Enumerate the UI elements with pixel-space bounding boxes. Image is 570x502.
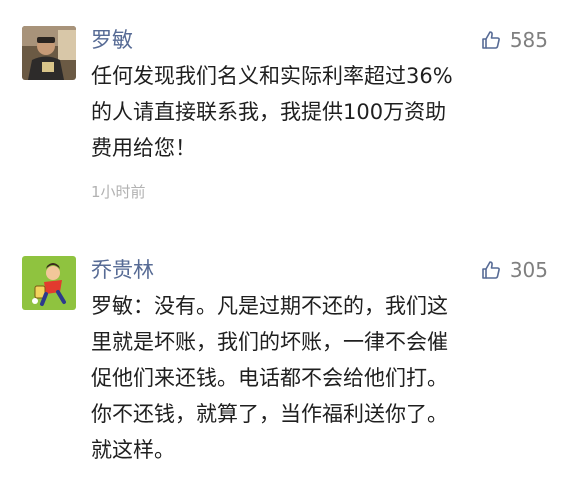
user-photo-avatar-icon [22,26,76,80]
avatar[interactable] [22,256,76,310]
like-button[interactable]: 305 [481,256,548,284]
comment-line: 的人请直接联系我，我提供100万资助 [91,100,447,124]
comment-line: 促他们来还钱。电话都不会给他们打。 [91,366,448,390]
thumbs-up-icon [481,260,501,280]
comment-line: 就这样。 [91,438,175,462]
comment-text: 任何发现我们名义和实际利率超过36% 的人请直接联系我，我提供100万资助 费用… [91,58,551,166]
comment-item: 罗敏 585 任何发现我们名义和实际利率超过36% 的人请直接联系我，我提供10… [0,26,570,216]
like-count: 305 [509,258,548,282]
author-name[interactable]: 罗敏 [91,26,133,54]
comment-line: 任何发现我们名义和实际利率超过36% [91,64,453,88]
like-button[interactable]: 585 [481,26,548,54]
timestamp: 1小时前 [91,183,146,201]
comment-line: 你不还钱，就算了，当作福利送你了。 [91,402,448,426]
comment-item: 乔贵林 305 罗敏：没有。凡是过期不还的，我们这 里就是坏账，我们的坏账，一律… [0,256,570,496]
like-count: 585 [509,28,548,52]
author-name[interactable]: 乔贵林 [91,256,154,284]
avatar[interactable] [22,26,76,80]
thumbs-up-icon [481,30,501,50]
comment-line: 费用给您！ [91,136,196,160]
comment-line: 里就是坏账，我们的坏账，一律不会催 [91,330,448,354]
comment-text: 罗敏：没有。凡是过期不还的，我们这 里就是坏账，我们的坏账，一律不会催 促他们来… [91,288,551,468]
cartoon-character-avatar-icon [22,256,76,310]
comment-line: 罗敏：没有。凡是过期不还的，我们这 [91,294,448,318]
